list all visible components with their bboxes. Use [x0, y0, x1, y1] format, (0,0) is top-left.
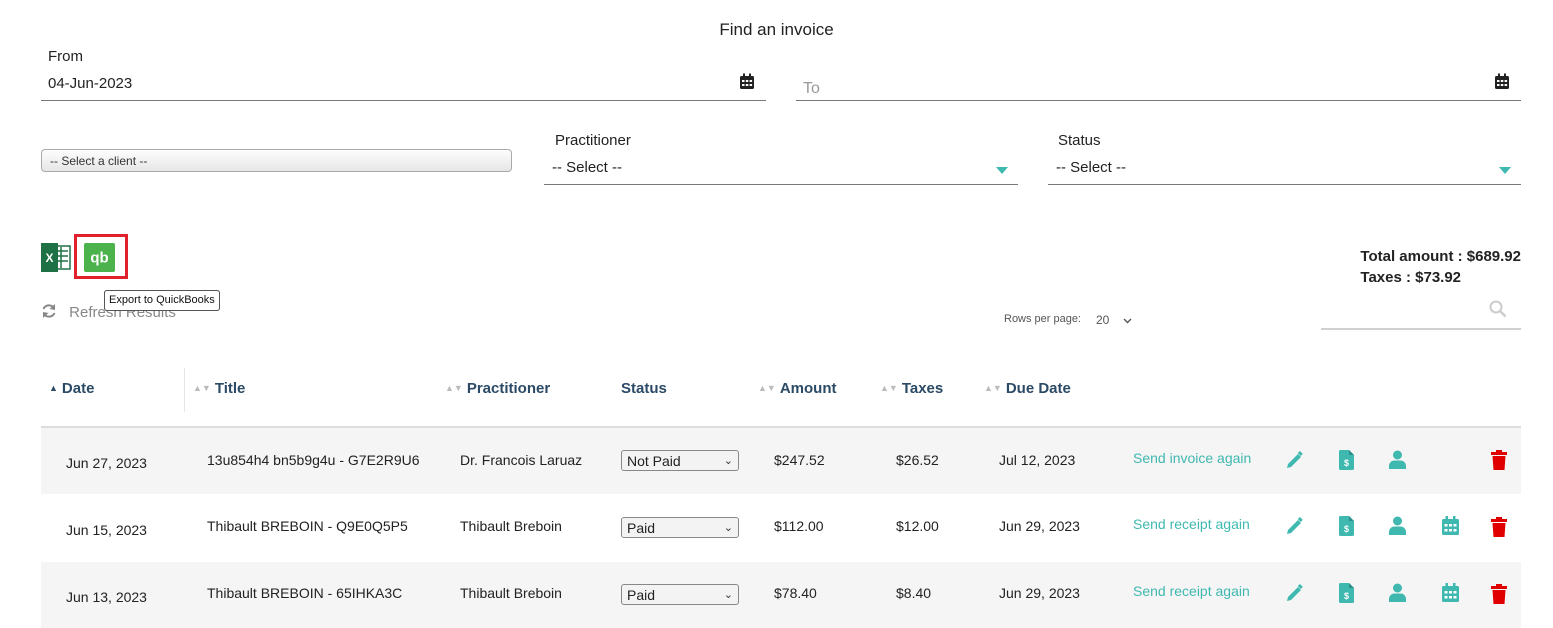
client-user-icon[interactable] [1389, 583, 1406, 607]
chevron-down-icon[interactable] [996, 167, 1008, 174]
quickbooks-export-button[interactable]: qb [84, 243, 115, 272]
invoice-file-icon[interactable]: $ [1339, 516, 1354, 541]
total-taxes: Taxes : $73.92 [1360, 269, 1462, 286]
table-row: Jun 15, 2023 Thibault BREBOIN - Q9E0Q5P5… [41, 495, 1521, 561]
invoice-file-icon[interactable]: $ [1339, 583, 1354, 608]
page-title: Find an invoice [719, 20, 834, 39]
cell-date: Jun 13, 2023 [66, 589, 147, 605]
from-label: From [48, 48, 83, 65]
search-icon[interactable] [1489, 300, 1507, 323]
from-date-input[interactable]: 04-Jun-2023 [48, 75, 132, 92]
send-receipt-again-link[interactable]: Send receipt again [1133, 516, 1250, 532]
cell-taxes: $26.52 [896, 452, 939, 468]
practitioner-label: Practitioner [555, 132, 631, 149]
svg-text:qb: qb [90, 250, 108, 267]
column-header-due-date[interactable]: ▲▼ Due Date [984, 380, 1071, 397]
cell-title: Thibault BREBOIN - Q9E0Q5P5 [207, 518, 408, 534]
to-underline [796, 100, 1521, 101]
edit-pencil-icon[interactable] [1285, 516, 1304, 541]
cell-due-date: Jul 12, 2023 [999, 452, 1076, 468]
delete-trash-icon[interactable] [1491, 450, 1507, 475]
excel-export-button[interactable]: X [41, 243, 71, 272]
from-underline [41, 100, 766, 101]
svg-text:$: $ [1344, 458, 1349, 468]
sort-icon: ▲▼ [880, 383, 898, 393]
sort-ascending-icon: ▲ [49, 383, 58, 393]
invoice-file-icon[interactable]: $ [1339, 450, 1354, 475]
table-row: Jun 13, 2023 Thibault BREBOIN - 65IHKA3C… [41, 562, 1521, 628]
cell-title: 13u854h4 bn5b9g4u - G7E2R9U6 [207, 452, 420, 468]
calendar-appointment-icon[interactable] [1442, 516, 1459, 540]
cell-amount: $247.52 [774, 452, 825, 468]
quickbooks-icon: qb [90, 250, 108, 267]
excel-icon: X [41, 243, 71, 272]
status-select[interactable]: -- Select -- [1056, 159, 1126, 176]
send-invoice-again-link[interactable]: Send invoice again [1133, 450, 1251, 466]
to-date-input[interactable]: To [803, 80, 820, 98]
cell-taxes: $12.00 [896, 518, 939, 534]
svg-text:$: $ [1344, 524, 1349, 534]
edit-pencil-icon[interactable] [1285, 450, 1304, 475]
column-header-date[interactable]: ▲ Date [49, 380, 94, 397]
refresh-icon [41, 303, 57, 323]
sort-icon: ▲▼ [193, 383, 211, 393]
svg-text:X: X [45, 251, 53, 265]
column-header-title[interactable]: ▲▼ Title [193, 380, 245, 397]
calendar-appointment-icon[interactable] [1442, 583, 1459, 607]
edit-pencil-icon[interactable] [1285, 583, 1304, 608]
cell-practitioner: Thibault Breboin [460, 585, 562, 601]
practitioner-underline [544, 184, 1018, 185]
chevron-down-icon: ⌄ [723, 455, 733, 467]
status-dropdown[interactable]: Paid ⌄ [621, 584, 739, 605]
search-input[interactable] [1321, 328, 1521, 330]
client-select[interactable]: -- Select a client -- [41, 149, 512, 172]
column-divider [184, 368, 185, 412]
chevron-down-icon[interactable] [1499, 167, 1511, 174]
chevron-down-icon: ⌄ [723, 589, 733, 601]
cell-amount: $112.00 [774, 518, 824, 534]
sort-icon: ▲▼ [984, 383, 1002, 393]
cell-practitioner: Thibault Breboin [460, 518, 562, 534]
cell-title: Thibault BREBOIN - 65IHKA3C [207, 585, 403, 601]
delete-trash-icon[interactable] [1491, 584, 1507, 609]
table-row: Jun 27, 2023 13u854h4 bn5b9g4u - G7E2R9U… [41, 428, 1521, 494]
cell-due-date: Jun 29, 2023 [999, 518, 1080, 534]
delete-trash-icon[interactable] [1491, 517, 1507, 542]
status-dropdown[interactable]: Paid ⌄ [621, 517, 739, 538]
column-header-status: Status [621, 380, 667, 397]
total-amount: Total amount : $689.92 [1360, 248, 1521, 265]
totals-summary: Total amount : $689.92 Taxes : $73.92 [1360, 246, 1521, 288]
sort-icon: ▲▼ [445, 383, 463, 393]
client-user-icon[interactable] [1389, 450, 1406, 474]
export-quickbooks-tooltip-overlay: Export to QuickBooks [104, 290, 220, 311]
column-header-taxes[interactable]: ▲▼ Taxes [880, 380, 943, 397]
cell-amount: $78.40 [774, 585, 817, 601]
status-dropdown[interactable]: Not Paid ⌄ [621, 450, 739, 471]
practitioner-select[interactable]: -- Select -- [552, 159, 622, 176]
column-header-practitioner[interactable]: ▲▼ Practitioner [445, 380, 550, 397]
cell-due-date: Jun 29, 2023 [999, 585, 1080, 601]
chevron-down-icon [1123, 313, 1132, 327]
column-header-amount[interactable]: ▲▼ Amount [758, 380, 836, 397]
rows-per-page-select[interactable]: 20 [1096, 313, 1132, 327]
calendar-icon[interactable] [1494, 73, 1510, 90]
client-user-icon[interactable] [1389, 516, 1406, 540]
sort-icon: ▲▼ [758, 383, 776, 393]
send-receipt-again-link[interactable]: Send receipt again [1133, 583, 1250, 599]
cell-practitioner: Dr. Francois Laruaz [460, 452, 583, 468]
cell-date: Jun 15, 2023 [66, 522, 147, 538]
rows-per-page-label: Rows per page: [1004, 313, 1082, 325]
svg-text:$: $ [1344, 591, 1349, 601]
calendar-icon[interactable] [739, 73, 755, 90]
cell-taxes: $8.40 [896, 585, 932, 601]
chevron-down-icon: ⌄ [723, 522, 733, 534]
status-label: Status [1058, 132, 1101, 149]
status-underline [1048, 184, 1521, 185]
cell-date: Jun 27, 2023 [66, 455, 147, 471]
rows-per-page-value: 20 [1096, 313, 1110, 327]
